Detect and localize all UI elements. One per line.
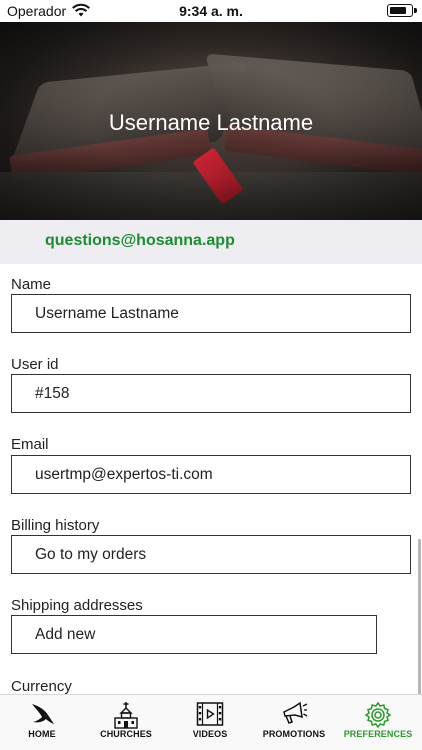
preferences-form: Name Username Lastname User id #158 Emai… [0, 264, 422, 694]
profile-name: Username Lastname [108, 110, 314, 135]
film-icon [196, 702, 224, 726]
tab-preferences-label: PREFERENCES [343, 729, 413, 739]
name-label: Name [11, 276, 52, 293]
email-field[interactable]: usertmp@expertos-ti.com [11, 455, 411, 494]
tab-promotions[interactable]: PROMOTIONS [252, 695, 336, 750]
add-address-button[interactable]: Add new [11, 615, 377, 654]
tab-home[interactable]: HOME [0, 695, 84, 750]
tab-home-label: HOME [28, 729, 56, 739]
name-field-value: Username Lastname [35, 305, 179, 322]
user-id-label: User id [11, 356, 59, 373]
billing-history-button[interactable]: Go to my orders [11, 535, 411, 574]
add-address-value: Add new [35, 626, 96, 643]
name-field[interactable]: Username Lastname [11, 294, 411, 333]
battery-icon [387, 4, 417, 17]
email-label: Email [11, 436, 49, 453]
tab-bar: HOME CHURCHES VIDEOS PROMOTIONS PREFEREN… [0, 694, 422, 750]
status-bar: Operador 9:34 a. m. [0, 0, 422, 22]
tab-promotions-label: PROMOTIONS [262, 729, 326, 739]
tab-videos-label: VIDEOS [192, 729, 228, 739]
user-id-field-value: #158 [35, 385, 70, 402]
billing-history-value: Go to my orders [35, 546, 147, 563]
support-email-link[interactable]: questions@hosanna.app [45, 232, 235, 250]
tab-preferences[interactable]: PREFERENCES [336, 695, 420, 750]
tab-churches[interactable]: CHURCHES [84, 695, 168, 750]
dove-icon [29, 704, 54, 724]
billing-history-label: Billing history [11, 517, 100, 534]
profile-header-image: Username Lastname [0, 22, 422, 220]
support-email-strip: questions@hosanna.app [0, 220, 422, 264]
tab-churches-label: CHURCHES [100, 729, 152, 739]
status-time: 9:34 a. m. [179, 3, 243, 19]
megaphone-icon [283, 701, 308, 724]
email-field-value: usertmp@expertos-ti.com [35, 466, 213, 483]
user-id-field[interactable]: #158 [11, 374, 411, 413]
church-icon [114, 702, 138, 729]
shipping-addresses-label: Shipping addresses [11, 597, 143, 614]
gear-icon [364, 701, 392, 729]
tab-videos[interactable]: VIDEOS [168, 695, 252, 750]
scrollbar[interactable] [418, 539, 421, 694]
currency-label: Currency [11, 678, 72, 694]
